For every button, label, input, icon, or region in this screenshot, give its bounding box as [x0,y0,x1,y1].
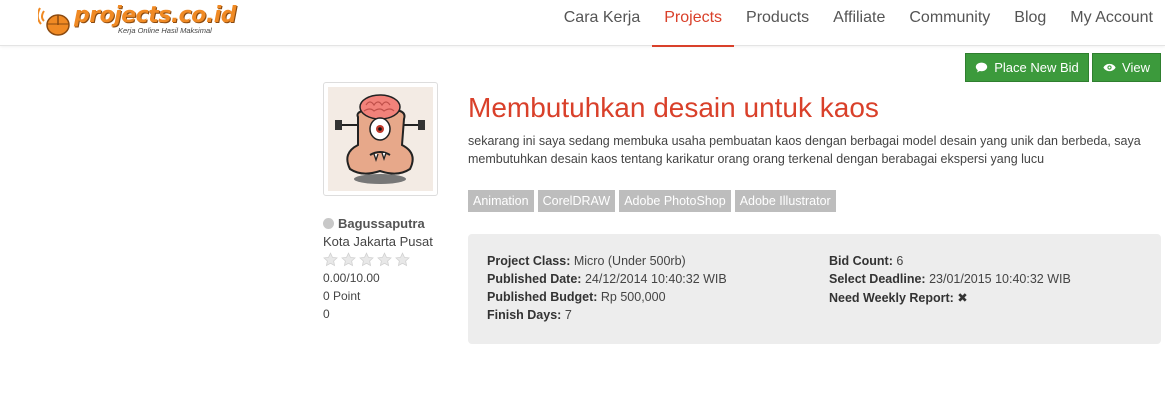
project-title: Membutuhkan desain untuk kaos [468,92,879,123]
offline-status-icon [323,218,334,229]
tag-coreldraw[interactable]: CorelDRAW [537,190,616,212]
select-deadline-value: 23/01/2015 10:40:32 WIB [929,272,1071,286]
project-class-row: Project Class: Micro (Under 500rb) [487,254,686,268]
star-icon [395,252,410,267]
owner-name[interactable]: Bagussaputra [323,216,425,231]
nav-community[interactable]: Community [897,0,1002,46]
star-icon [323,252,338,267]
nav-blog[interactable]: Blog [1002,0,1058,46]
project-description: sekarang ini saya sedang membuka usaha p… [468,134,1141,166]
main-nav: Cara Kerja Projects Products Affiliate C… [552,0,1165,47]
bid-count-row: Bid Count: 6 [829,254,903,268]
weekly-report-label: Need Weekly Report: [829,291,954,305]
weekly-report-row: Need Weekly Report: ✖ [829,290,968,305]
bid-count-label: Bid Count: [829,254,893,268]
monster-avatar-image [328,87,433,191]
comment-icon [976,62,988,73]
published-date-row: Published Date: 24/12/2014 10:40:32 WIB [487,272,727,286]
view-button[interactable]: View [1092,53,1161,82]
project-details-panel: Project Class: Micro (Under 500rb) Publi… [468,234,1161,344]
finish-days-label: Finish Days: [487,308,562,322]
mouse-logo-icon [38,7,70,36]
nav-projects[interactable]: Projects [652,0,734,47]
tag-adobe-illustrator[interactable]: Adobe Illustrator [734,190,836,212]
owner-avatar[interactable] [323,82,438,196]
select-deadline-row: Select Deadline: 23/01/2015 10:40:32 WIB [829,272,1071,286]
published-date-value: 24/12/2014 10:40:32 WIB [584,272,727,286]
place-new-bid-button[interactable]: Place New Bid [965,53,1089,82]
logo-tagline: Kerja Online Hasil Maksimal [118,26,212,35]
project-class-value: Micro (Under 500rb) [573,254,686,268]
star-icon [359,252,374,267]
logo-text: projects.co.id [74,3,237,28]
cross-icon: ✖ [957,291,968,305]
owner-extra-count: 0 [323,307,330,321]
select-deadline-label: Select Deadline: [829,272,926,286]
site-logo[interactable]: projects.co.id Kerja Online Hasil Maksim… [38,3,237,39]
owner-name-text: Bagussaputra [338,216,425,231]
finish-days-value: 7 [564,308,572,322]
owner-rating-stars [323,252,410,267]
owner-city: Kota Jakarta Pusat [323,234,433,249]
owner-points: 0 Point [323,289,361,303]
nav-cara-kerja[interactable]: Cara Kerja [552,0,652,46]
bid-count-value: 6 [896,254,904,268]
project-class-label: Project Class: [487,254,571,268]
published-budget-row: Published Budget: Rp 500,000 [487,290,666,304]
top-header: projects.co.id Kerja Online Hasil Maksim… [0,0,1165,47]
published-date-label: Published Date: [487,272,582,286]
eye-icon [1103,63,1116,72]
finish-days-row: Finish Days: 7 [487,308,572,322]
published-budget-label: Published Budget: [487,290,598,304]
tag-adobe-photoshop[interactable]: Adobe PhotoShop [619,190,731,212]
nav-affiliate[interactable]: Affiliate [821,0,897,46]
place-new-bid-label: Place New Bid [994,60,1079,75]
star-icon [377,252,392,267]
view-label: View [1122,60,1150,75]
published-budget-value: Rp 500,000 [600,290,666,304]
project-tags: Animation CorelDRAW Adobe PhotoShop Adob… [468,190,836,212]
nav-products[interactable]: Products [734,0,821,46]
tag-animation[interactable]: Animation [468,190,534,212]
owner-rating-score: 0.00/10.00 [323,271,380,285]
star-icon [341,252,356,267]
nav-my-account[interactable]: My Account [1058,0,1165,46]
